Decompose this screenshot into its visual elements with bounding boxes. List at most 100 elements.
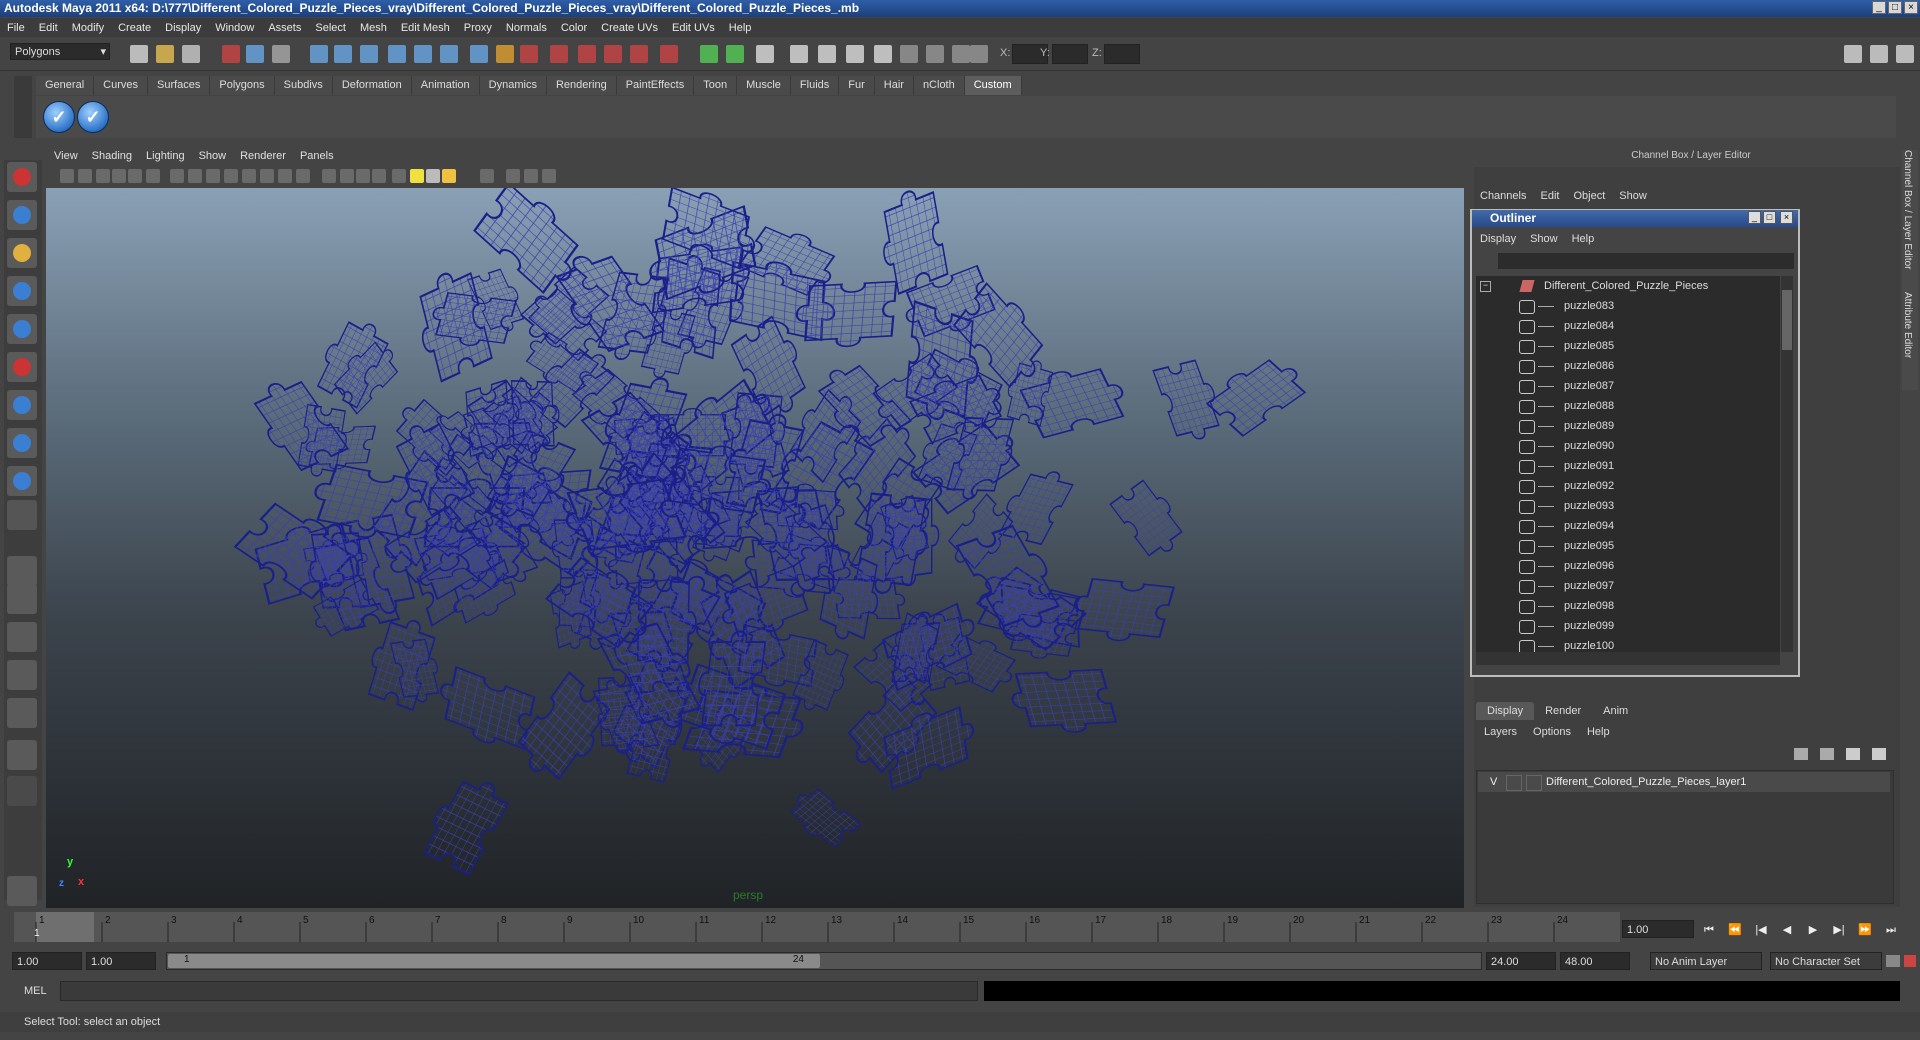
viewport-toolbar-icon[interactable]: [322, 169, 336, 183]
perspective-viewport[interactable]: [46, 188, 1464, 908]
status-tool-icon[interactable]: [818, 45, 836, 63]
mel-command-input[interactable]: [60, 981, 978, 1001]
outliner-item[interactable]: puzzle086: [1476, 356, 1780, 376]
viewport-toolbar-icon[interactable]: [410, 169, 424, 183]
outliner-item[interactable]: puzzle092: [1476, 476, 1780, 496]
layer-options-icon[interactable]: [1820, 748, 1834, 760]
status-tool-icon[interactable]: [156, 45, 174, 63]
outliner-menu-show[interactable]: Show: [1530, 233, 1558, 245]
viewport-toolbar-icon[interactable]: [78, 169, 92, 183]
go-to-start-icon[interactable]: ⏮: [1700, 922, 1718, 938]
scale-tool-icon[interactable]: [7, 352, 37, 382]
cb-menu-object[interactable]: Object: [1573, 190, 1605, 202]
puzzle-piece-mesh[interactable]: [1005, 668, 1118, 735]
layer-tab-display[interactable]: Display: [1476, 702, 1535, 720]
cb-menu-channels[interactable]: Channels: [1480, 190, 1526, 202]
hypershade-layout-icon[interactable]: [7, 698, 37, 728]
play-backward-icon[interactable]: ◀: [1778, 922, 1796, 938]
outliner-item[interactable]: puzzle084: [1476, 316, 1780, 336]
viewport-toolbar-icon[interactable]: [372, 169, 386, 183]
outliner-filter-field[interactable]: [1498, 253, 1794, 269]
viewport-toolbar-icon[interactable]: [392, 169, 406, 183]
layer-row[interactable]: V Different_Colored_Puzzle_Pieces_layer1: [1478, 772, 1890, 792]
status-tool-icon[interactable]: [970, 45, 988, 63]
viewport-toolbar-icon[interactable]: [506, 169, 520, 183]
minimize-button[interactable]: _: [1872, 1, 1886, 14]
viewport-toolbar-icon[interactable]: [356, 169, 370, 183]
menu-color[interactable]: Color: [554, 22, 594, 34]
menu-help[interactable]: Help: [722, 22, 759, 34]
status-tool-icon[interactable]: [926, 45, 944, 63]
outliner-item[interactable]: puzzle083: [1476, 296, 1780, 316]
outliner-item[interactable]: puzzle089: [1476, 416, 1780, 436]
viewport-toolbar-icon[interactable]: [112, 169, 126, 183]
layer-menu-layers[interactable]: Layers: [1484, 726, 1517, 738]
auto-key-icon[interactable]: [1904, 955, 1916, 967]
select-tool-icon[interactable]: [7, 162, 37, 192]
shelf-menu-handle[interactable]: [14, 76, 32, 138]
status-tool-icon[interactable]: [846, 45, 864, 63]
viewport-toolbar-icon[interactable]: [524, 169, 538, 183]
status-tool-icon[interactable]: [334, 45, 352, 63]
current-frame-indicator[interactable]: [36, 912, 94, 942]
graph-layout-icon[interactable]: [7, 660, 37, 690]
step-back-frame-icon[interactable]: |◀: [1752, 922, 1770, 938]
outliner-item[interactable]: puzzle093: [1476, 496, 1780, 516]
viewport-toolbar-icon[interactable]: [242, 169, 256, 183]
paint-select-icon[interactable]: [7, 238, 37, 268]
shelf-tab-ncloth[interactable]: nCloth: [913, 76, 965, 95]
shelf-tab-curves[interactable]: Curves: [94, 76, 148, 95]
layer-menu-help[interactable]: Help: [1587, 726, 1610, 738]
shelf-tab-subdivs[interactable]: Subdivs: [274, 76, 333, 95]
menu-edit-mesh[interactable]: Edit Mesh: [394, 22, 457, 34]
status-tool-icon[interactable]: [700, 45, 718, 63]
new-layer-icon[interactable]: [1846, 748, 1860, 760]
viewport-toolbar-icon[interactable]: [96, 169, 110, 183]
layer-tab-anim[interactable]: Anim: [1592, 702, 1640, 720]
menu-set-dropdown[interactable]: Polygons ▾: [10, 43, 110, 60]
layer-visibility-toggle[interactable]: V: [1490, 776, 1497, 788]
status-tool-icon[interactable]: [874, 45, 892, 63]
outliner-item[interactable]: puzzle090: [1476, 436, 1780, 456]
viewport-toolbar-icon[interactable]: [296, 169, 310, 183]
key-icon[interactable]: [1886, 955, 1900, 967]
status-tool-icon[interactable]: [272, 45, 290, 63]
outliner-horizontal-scrollbar[interactable]: [1476, 652, 1780, 665]
shelf-tab-fluids[interactable]: Fluids: [790, 76, 840, 95]
lasso-tool-icon[interactable]: [7, 200, 37, 230]
outliner-item[interactable]: puzzle100: [1476, 636, 1780, 652]
four-pane-layout-icon[interactable]: [7, 584, 37, 614]
checkmark-shelf-icon[interactable]: ✓: [43, 101, 75, 133]
menu-modify[interactable]: Modify: [65, 22, 111, 34]
status-tool-icon[interactable]: [388, 45, 406, 63]
shelf-tab-animation[interactable]: Animation: [411, 76, 480, 95]
outliner-menu-help[interactable]: Help: [1572, 233, 1595, 245]
viewport-menu-panels[interactable]: Panels: [300, 150, 334, 162]
go-to-end-icon[interactable]: ⏭: [1882, 922, 1900, 938]
shelf-tab-hair[interactable]: Hair: [874, 76, 914, 95]
outliner-item[interactable]: puzzle085: [1476, 336, 1780, 356]
shelf-tab-deformation[interactable]: Deformation: [332, 76, 412, 95]
checkmark-shelf-icon[interactable]: ✓: [77, 101, 109, 133]
empty-tool-slot[interactable]: [7, 500, 37, 530]
status-tool-icon[interactable]: [414, 45, 432, 63]
layout-menu-icon[interactable]: [7, 776, 37, 806]
shelf-tab-muscle[interactable]: Muscle: [737, 76, 791, 95]
status-tool-icon[interactable]: [726, 45, 744, 63]
outliner-item[interactable]: puzzle091: [1476, 456, 1780, 476]
menu-file[interactable]: File: [0, 22, 32, 34]
status-tool-icon[interactable]: [578, 45, 596, 63]
menu-assets[interactable]: Assets: [261, 22, 308, 34]
collapse-icon[interactable]: −: [1480, 281, 1491, 292]
menu-edit[interactable]: Edit: [32, 22, 65, 34]
outliner-vertical-scrollbar[interactable]: [1781, 276, 1793, 652]
shelf-tab-polygons[interactable]: Polygons: [210, 76, 275, 95]
viewport-menu-shading[interactable]: Shading: [92, 150, 132, 162]
anim-layer-dropdown[interactable]: No Anim Layer: [1650, 952, 1762, 970]
animation-end-field[interactable]: 48.00: [1560, 952, 1630, 970]
shelf-tab-rendering[interactable]: Rendering: [546, 76, 617, 95]
viewport-toolbar-icon[interactable]: [426, 169, 440, 183]
status-tool-icon[interactable]: [222, 45, 240, 63]
outliner-item[interactable]: puzzle087: [1476, 376, 1780, 396]
outliner-root-row[interactable]: − Different_Colored_Puzzle_Pieces: [1476, 276, 1780, 296]
